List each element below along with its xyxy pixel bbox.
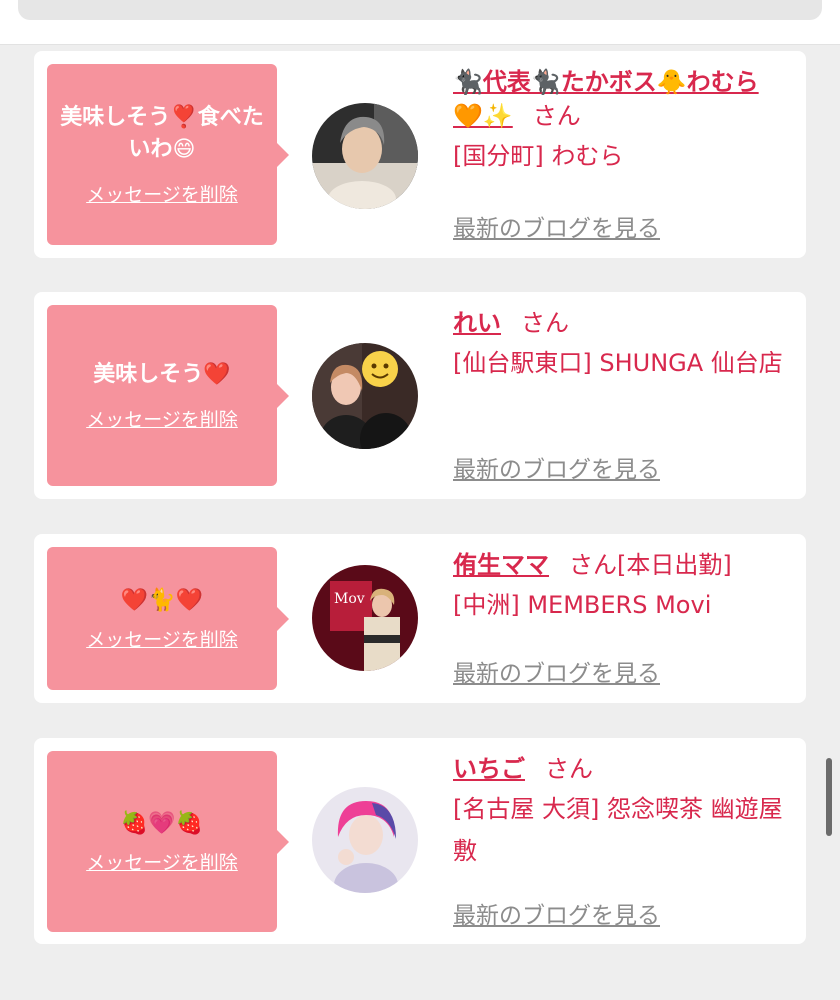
message-bubble: 美味しそう❤️ メッセージを削除 <box>47 305 289 486</box>
name-line: いちご さん <box>453 752 786 786</box>
latest-blog-link[interactable]: 最新のブログを見る <box>453 209 660 243</box>
scrollbar[interactable] <box>826 758 832 836</box>
message-text: 美味しそう❣️食べたいわ😄 <box>60 105 264 162</box>
user-name-link[interactable]: いちご <box>453 755 525 783</box>
name-line: 侑生ママ さん[本日出勤] <box>453 548 786 582</box>
avatar-photo <box>312 787 418 893</box>
shop-name: [仙台駅東口] SHUNGA 仙台店 <box>453 349 783 377</box>
message-card: 🍓💗🍓 メッセージを削除 いちご さん [名古屋 大須] 怨念喫茶 幽遊屋敷 最新… <box>34 738 806 944</box>
honorific: さん <box>521 309 569 337</box>
user-info: いちご さん [名古屋 大須] 怨念喫茶 幽遊屋敷 <box>453 752 786 872</box>
status-text: [本日出勤] <box>617 551 732 579</box>
name-line: れい さん <box>453 306 786 340</box>
avatar[interactable]: Mov <box>312 565 418 671</box>
user-info: れい さん [仙台駅東口] SHUNGA 仙台店 <box>453 306 786 384</box>
message-text: 🍓💗🍓 <box>120 811 204 836</box>
avatar[interactable] <box>312 787 418 893</box>
delete-message-link[interactable]: メッセージを削除 <box>86 405 238 432</box>
honorific: さん <box>569 551 617 579</box>
avatar[interactable] <box>312 103 418 209</box>
message-text: 美味しそう❤️ <box>93 362 231 387</box>
user-info: 侑生ママ さん[本日出勤] [中洲] MEMBERS Movi <box>453 548 786 626</box>
latest-blog-link[interactable]: 最新のブログを見る <box>453 654 660 688</box>
message-bubble: 美味しそう❣️食べたいわ😄 メッセージを削除 <box>47 64 289 245</box>
shop-name: [中洲] MEMBERS Movi <box>453 591 712 619</box>
message-card: ❤️🐈❤️ メッセージを削除 Mov 侑生ママ さん[本日出勤] [中洲] MEM… <box>34 534 806 703</box>
shop-name: [名古屋 大須] 怨念喫茶 幽遊屋敷 <box>453 795 783 865</box>
avatar-photo <box>312 343 418 449</box>
message-card: 美味しそう❣️食べたいわ😄 メッセージを削除 🐈‍⬛代表🐈‍⬛たかボス🐥わむら🧡… <box>34 51 806 258</box>
avatar-photo: Mov <box>312 565 418 671</box>
top-bar <box>0 0 840 45</box>
shop-name: [国分町] わむら <box>453 142 624 170</box>
avatar-photo <box>312 103 418 209</box>
user-name-link[interactable]: れい <box>453 309 501 337</box>
message-bubble: ❤️🐈❤️ メッセージを削除 <box>47 547 289 690</box>
user-name-link[interactable]: 侑生ママ <box>453 551 549 579</box>
svg-text:Mov: Mov <box>334 591 365 607</box>
message-card: 美味しそう❤️ メッセージを削除 れい さん [仙台駅東口] SHUNGA 仙台店… <box>34 292 806 499</box>
latest-blog-link[interactable]: 最新のブログを見る <box>453 896 660 930</box>
search-area[interactable] <box>18 0 822 20</box>
honorific: さん <box>545 755 593 783</box>
latest-blog-link[interactable]: 最新のブログを見る <box>453 450 660 484</box>
user-info: 🐈‍⬛代表🐈‍⬛たかボス🐥わむら🧡✨ さん [国分町] わむら <box>453 65 786 177</box>
honorific: さん <box>532 102 581 130</box>
user-name-link[interactable]: 🐈‍⬛代表🐈‍⬛たかボス🐥わむら🧡✨ <box>453 68 759 130</box>
avatar[interactable] <box>312 343 418 449</box>
name-line: 🐈‍⬛代表🐈‍⬛たかボス🐥わむら🧡✨ さん <box>453 65 786 133</box>
delete-message-link[interactable]: メッセージを削除 <box>86 180 238 207</box>
message-bubble: 🍓💗🍓 メッセージを削除 <box>47 751 289 932</box>
delete-message-link[interactable]: メッセージを削除 <box>86 848 238 875</box>
message-text: ❤️🐈❤️ <box>120 588 204 613</box>
delete-message-link[interactable]: メッセージを削除 <box>86 625 238 652</box>
